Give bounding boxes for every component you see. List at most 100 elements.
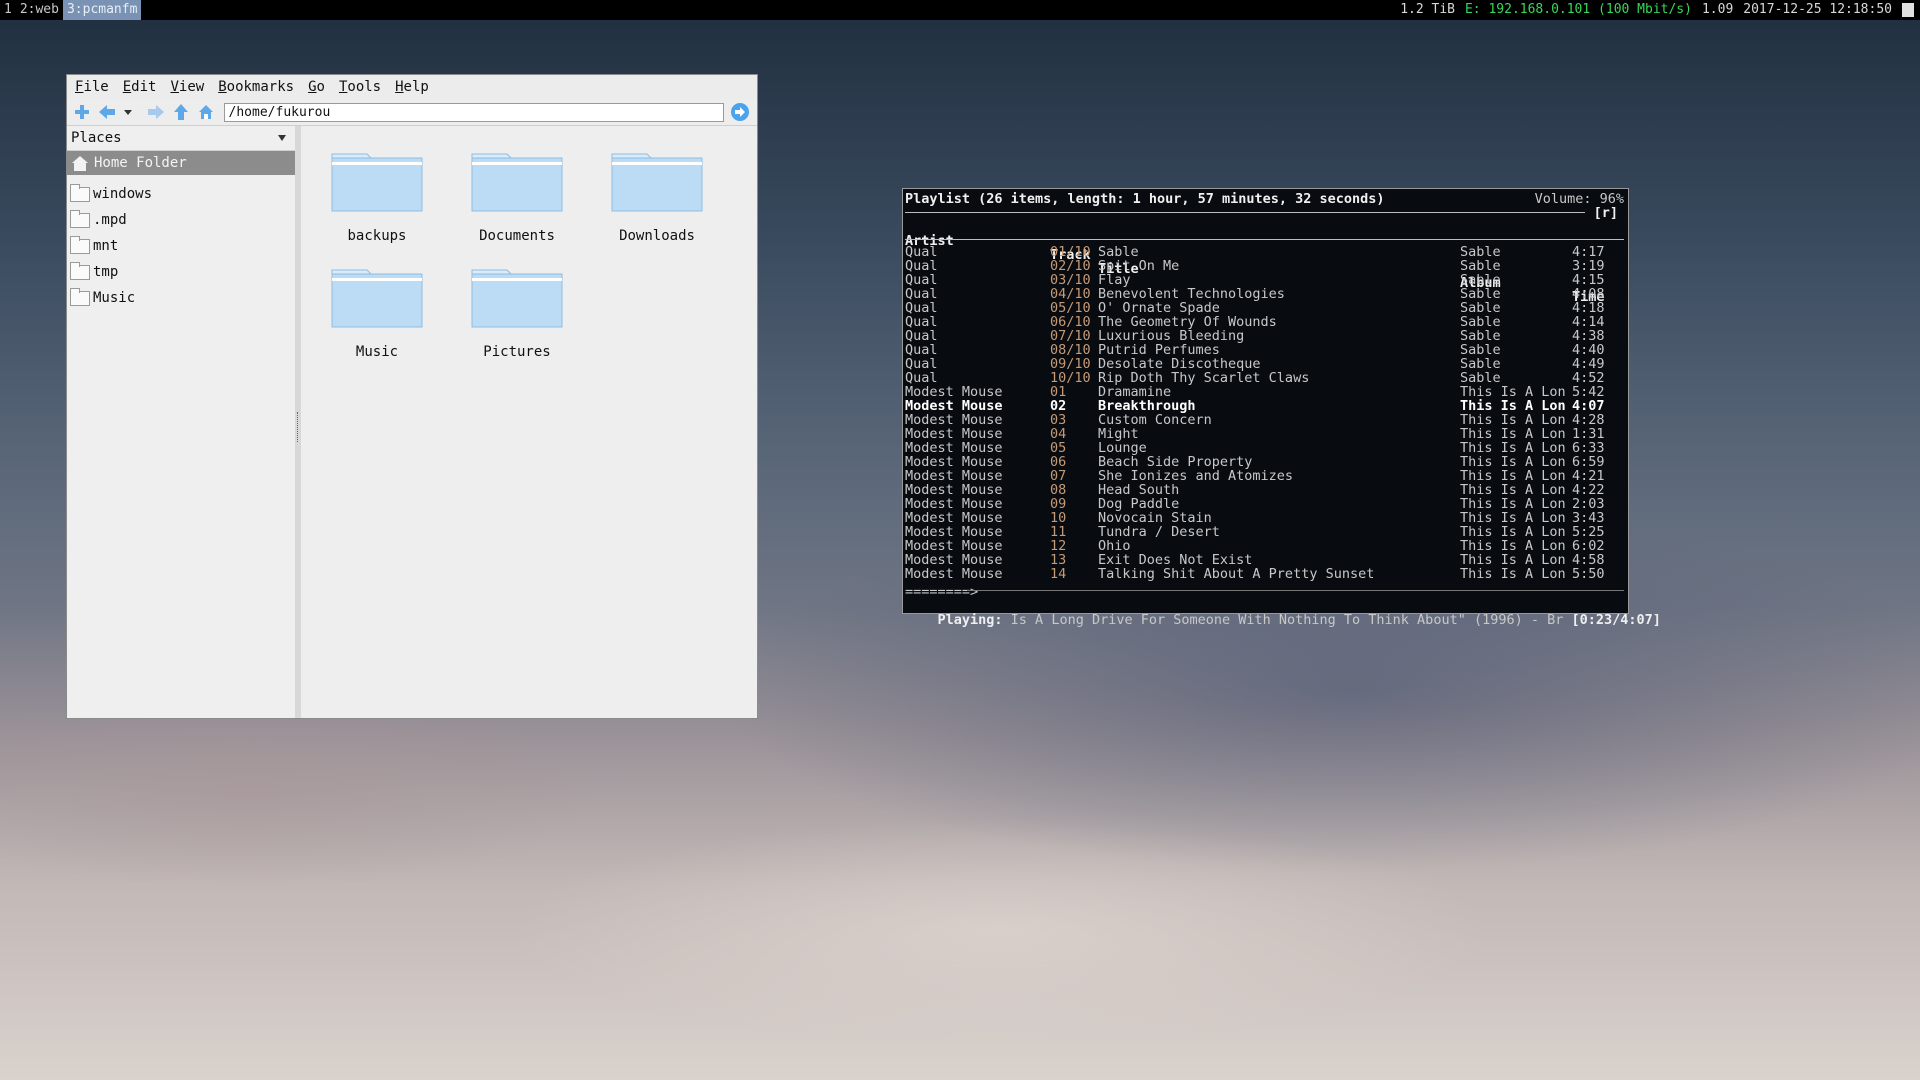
places-selector[interactable]: Places	[67, 126, 295, 151]
menu-view[interactable]: View	[170, 79, 204, 95]
row-album: This Is A Lon	[1460, 427, 1566, 441]
row-title: Benevolent Technologies	[1098, 286, 1285, 302]
row-track: 13	[1050, 552, 1067, 568]
playlist-row[interactable]: Modest Mouse 12 Ohio This Is A Lon 6:02	[905, 539, 1624, 553]
workspace-2-web[interactable]: 2:web	[16, 0, 63, 20]
row-album: This Is A Lon	[1460, 455, 1566, 469]
playlist-row[interactable]: Modest Mouse 11 Tundra / Desert This Is A L…	[905, 525, 1624, 539]
new-tab-plus-icon[interactable]	[73, 103, 91, 121]
folder-item-pictures[interactable]: Pictures	[457, 268, 577, 360]
row-album: This Is A Lon	[1460, 441, 1566, 455]
playlist-row[interactable]: Qual 06/10 The Geometry Of Wounds Sable 4:14	[905, 315, 1624, 329]
ncmpc-terminal[interactable]: Playlist (26 items, length: 1 hour, 57 m…	[902, 188, 1661, 627]
folder-icon	[471, 153, 563, 212]
row-title: Breakthrough	[1098, 398, 1196, 414]
row-title: Putrid Perfumes	[1098, 342, 1220, 358]
row-track: 11	[1050, 524, 1067, 540]
dropdown-chevron-down-icon	[278, 135, 286, 141]
folder-icon	[331, 269, 423, 328]
playlist-row[interactable]: Qual 09/10 Desolate Discotheque Sable 4:49	[905, 357, 1624, 371]
playlist-row[interactable]: Qual 10/10 Rip Doth Thy Scarlet Claws Sable…	[905, 371, 1624, 385]
playlist-row[interactable]: Modest Mouse 03 Custom Concern This Is A Lo…	[905, 413, 1624, 427]
playlist-row[interactable]: Qual 01/10 Sable Sable 4:17	[905, 245, 1624, 259]
playlist-row[interactable]: Modest Mouse 06 Beach Side Property This Is…	[905, 455, 1624, 469]
row-track: 06/10	[1050, 314, 1091, 330]
up-arrow-icon[interactable]	[172, 103, 190, 121]
row-artist: Modest Mouse	[905, 524, 1003, 540]
go-arrow-icon[interactable]	[730, 102, 750, 122]
row-album: This Is A Lon	[1460, 413, 1566, 427]
playlist-row[interactable]: Modest Mouse 08 Head South This Is A Lon 4:2…	[905, 483, 1624, 497]
workspace-1[interactable]: 1	[0, 0, 16, 20]
playlist-row[interactable]: Qual 05/10 O' Ornate Spade Sable 4:18	[905, 301, 1624, 315]
folder-label: backups	[347, 228, 407, 244]
location-input[interactable]: /home/fukurou	[223, 102, 725, 122]
row-track: 01	[1050, 384, 1067, 400]
menu-go[interactable]: Go	[308, 79, 325, 95]
row-artist: Modest Mouse	[905, 482, 1003, 498]
history-chevron-down-icon[interactable]	[123, 103, 133, 121]
menu-edit[interactable]: Edit	[123, 79, 157, 95]
playlist-row[interactable]: Modest Mouse 09 Dog Paddle This Is A Lon 2:0…	[905, 497, 1624, 511]
row-album: Sable	[1460, 301, 1501, 315]
folder-label: Music	[355, 344, 399, 360]
menu-help[interactable]: Help	[395, 79, 429, 95]
row-track: 02/10	[1050, 258, 1091, 274]
playlist-row-playing[interactable]: Modest Mouse 02 Breakthrough This Is A Lon 4…	[905, 399, 1624, 413]
row-album: This Is A Lon	[1460, 399, 1566, 413]
back-arrow-icon[interactable]	[98, 103, 116, 121]
forward-arrow-icon[interactable]	[147, 103, 165, 121]
folder-label: Downloads	[619, 228, 695, 244]
tray-icon[interactable]	[1902, 3, 1914, 17]
row-track: 03/10	[1050, 272, 1091, 288]
playlist-row[interactable]: Qual 02/10 Spit On Me Sable 3:19	[905, 259, 1624, 273]
volume-indicator: Volume: 96%	[1534, 191, 1624, 207]
folder-icon	[70, 261, 90, 280]
sidebar-item-windows[interactable]: windows	[67, 181, 295, 207]
playlist-row[interactable]: Modest Mouse 10 Novocain Stain This Is A Lo…	[905, 511, 1624, 525]
menu-bookmarks[interactable]: Bookmarks	[218, 79, 294, 95]
datetime-status: 2017-12-25 12:18:50	[1743, 2, 1892, 17]
row-track: 12	[1050, 538, 1067, 554]
menu-file[interactable]: File	[75, 79, 109, 95]
sidebar-item-mnt[interactable]: mnt	[67, 233, 295, 259]
row-time: 6:33	[1572, 440, 1605, 456]
playlist-row[interactable]: Qual 07/10 Luxurious Bleeding Sable 4:38	[905, 329, 1624, 343]
playlist-header: Playlist (26 items, length: 1 hour, 57 m…	[905, 191, 1385, 207]
playlist-row[interactable]: Modest Mouse 05 Lounge This Is A Lon 6:33	[905, 441, 1624, 455]
row-album: Sable	[1460, 371, 1501, 385]
sidebar-item-tmp[interactable]: tmp	[67, 259, 295, 285]
row-time: 4:40	[1572, 342, 1605, 358]
row-album: This Is A Lon	[1460, 567, 1566, 581]
row-time: 4:08	[1572, 286, 1605, 302]
playlist-row[interactable]: Modest Mouse 14 Talking Shit About A Prett…	[905, 567, 1624, 581]
sidebar-item-mpd[interactable]: .mpd	[67, 207, 295, 233]
home-folder-icon	[72, 155, 88, 171]
sidebar-item-home-folder[interactable]: Home Folder	[67, 151, 295, 175]
home-icon[interactable]	[197, 103, 215, 121]
playlist-row[interactable]: Modest Mouse 13 Exit Does Not Exist This Is…	[905, 553, 1624, 567]
row-artist: Modest Mouse	[905, 454, 1003, 470]
menu-tools[interactable]: Tools	[339, 79, 381, 95]
folder-item-documents[interactable]: Documents	[457, 152, 577, 244]
folder-item-downloads[interactable]: Downloads	[597, 152, 717, 244]
row-title: Spit On Me	[1098, 258, 1180, 274]
workspace-3-pcmanfm[interactable]: 3:pcmanfm	[62, 0, 142, 20]
playlist-row[interactable]: Qual 04/10 Benevolent Technologies Sable 4:0…	[905, 287, 1624, 301]
row-track: 09	[1050, 496, 1067, 512]
row-album: Sable	[1460, 343, 1501, 357]
row-album: This Is A Lon	[1460, 553, 1566, 567]
row-artist: Modest Mouse	[905, 552, 1003, 568]
status-blocks: 1.2 TiB E: 192.168.0.101 (100 Mbit/s) 1.…	[1390, 0, 1914, 20]
folder-item-music[interactable]: Music	[317, 268, 437, 360]
playlist-row[interactable]: Modest Mouse 07 She Ionizes and Atomizes Th…	[905, 469, 1624, 483]
playlist-row[interactable]: Qual 08/10 Putrid Perfumes Sable 4:40	[905, 343, 1624, 357]
row-artist: Qual	[905, 342, 938, 358]
sidebar-item-music[interactable]: Music	[67, 285, 295, 311]
folder-item-backups[interactable]: backups	[317, 152, 437, 244]
playlist-row[interactable]: Qual 03/10 Flay Sable 4:15	[905, 273, 1624, 287]
toolbar: /home/fukurou	[67, 99, 757, 126]
playlist-row[interactable]: Modest Mouse 01 Dramamine This Is A Lon 5:42	[905, 385, 1624, 399]
playlist-row[interactable]: Modest Mouse 04 Might This Is A Lon 1:31	[905, 427, 1624, 441]
sidebar-item-label: windows	[93, 186, 153, 202]
